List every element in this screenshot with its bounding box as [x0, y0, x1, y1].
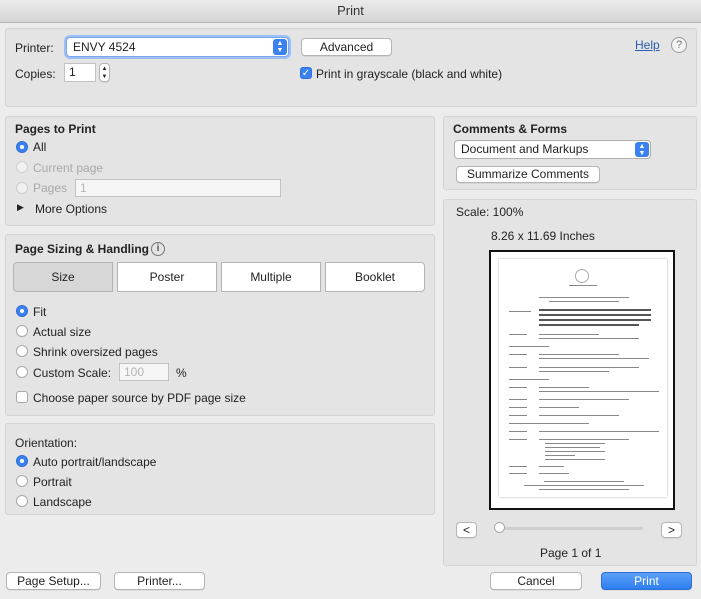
disclosure-triangle-icon[interactable]: ▶	[17, 202, 24, 213]
printer-select[interactable]: ENVY 4524 ▲ ▼	[66, 37, 289, 57]
page-slider-track[interactable]	[496, 527, 643, 530]
question-mark-icon[interactable]: ?	[671, 37, 687, 53]
paper-source-label: Choose paper source by PDF page size	[33, 391, 246, 405]
pages-range-input[interactable]: 1	[75, 179, 281, 197]
pages-all-label: All	[33, 140, 47, 154]
tab-poster[interactable]: Poster	[117, 262, 217, 292]
pages-all-radio[interactable]	[16, 141, 28, 153]
comments-title: Comments & Forms	[453, 122, 568, 136]
page-setup-button[interactable]: Page Setup...	[6, 572, 101, 590]
preview-page	[499, 259, 667, 497]
scale-label: Scale: 100%	[456, 205, 524, 219]
tab-size[interactable]: Size	[13, 262, 113, 292]
comments-select-value: Document and Markups	[461, 142, 589, 156]
fit-radio[interactable]	[16, 305, 28, 317]
shrink-label: Shrink oversized pages	[33, 345, 158, 359]
actual-size-label: Actual size	[33, 325, 92, 339]
pages-range-radio[interactable]	[16, 182, 28, 194]
previous-page-button[interactable]: <	[456, 522, 477, 538]
printer-select-value: ENVY 4524	[73, 40, 136, 54]
cancel-button[interactable]: Cancel	[490, 572, 582, 590]
logo-icon	[575, 269, 589, 283]
tab-multiple[interactable]: Multiple	[221, 262, 321, 292]
pages-title: Pages to Print	[15, 122, 96, 136]
pages-current-radio[interactable]	[16, 161, 28, 173]
paper-source-checkbox[interactable]	[16, 391, 28, 403]
shrink-radio[interactable]	[16, 345, 28, 357]
summarize-comments-button[interactable]: Summarize Comments	[456, 166, 600, 183]
page-preview	[489, 250, 675, 510]
printer-button[interactable]: Printer...	[114, 572, 205, 590]
landscape-radio[interactable]	[16, 495, 28, 507]
tab-booklet[interactable]: Booklet	[325, 262, 425, 292]
page-count-label: Page 1 of 1	[540, 546, 602, 560]
chevron-updown-icon: ▲ ▼	[273, 39, 287, 55]
pages-current-label: Current page	[33, 161, 104, 175]
landscape-label: Landscape	[33, 495, 92, 509]
dimensions-label: 8.26 x 11.69 Inches	[491, 229, 595, 243]
grayscale-checkbox[interactable]: ✓	[300, 67, 312, 79]
advanced-button[interactable]: Advanced	[301, 38, 392, 56]
copies-label: Copies:	[15, 67, 56, 81]
custom-scale-input[interactable]: 100	[119, 363, 169, 381]
print-button[interactable]: Print	[601, 572, 692, 590]
portrait-radio[interactable]	[16, 475, 28, 487]
info-icon[interactable]: i	[151, 242, 165, 256]
printer-label: Printer:	[15, 41, 54, 55]
auto-orientation-label: Auto portrait/landscape	[33, 455, 157, 469]
fit-label: Fit	[33, 305, 47, 319]
copies-input[interactable]: 1	[64, 63, 96, 82]
portrait-label: Portrait	[33, 475, 72, 489]
percent-sign: %	[176, 366, 187, 380]
sizing-title: Page Sizing & Handling	[15, 242, 150, 256]
page-slider-thumb[interactable]	[494, 522, 505, 533]
auto-orientation-radio[interactable]	[16, 455, 28, 467]
orientation-title: Orientation:	[15, 436, 78, 450]
more-options-label[interactable]: More Options	[35, 202, 107, 216]
pages-range-label: Pages	[33, 181, 68, 195]
help-link[interactable]: Help	[635, 38, 660, 52]
chevron-updown-icon: ▲ ▼	[635, 142, 649, 157]
comments-select[interactable]: Document and Markups ▲ ▼	[454, 140, 651, 159]
custom-scale-label: Custom Scale:	[33, 366, 112, 380]
actual-size-radio[interactable]	[16, 325, 28, 337]
next-page-button[interactable]: >	[661, 522, 682, 538]
copies-stepper[interactable]: ▲ ▼	[99, 63, 110, 82]
grayscale-label: Print in grayscale (black and white)	[316, 67, 503, 81]
custom-scale-radio[interactable]	[16, 366, 28, 378]
window-title: Print	[0, 0, 701, 23]
